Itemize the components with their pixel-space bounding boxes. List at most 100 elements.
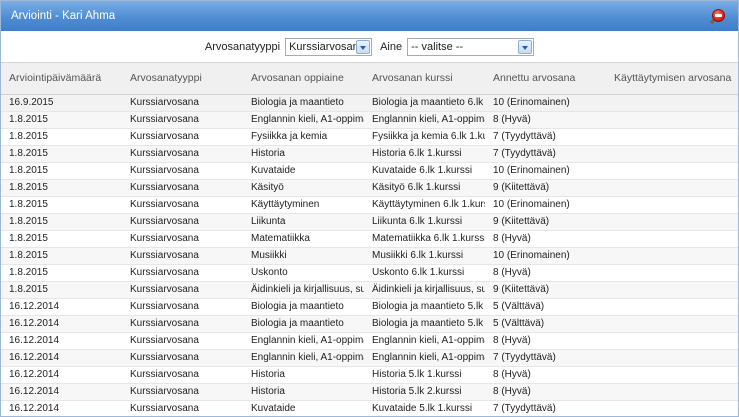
- table-body: 16.9.2015 Kurssiarvosana Biologia ja maant…: [1, 94, 738, 416]
- close-icon[interactable]: [709, 9, 726, 25]
- table-row[interactable]: 16.12.2014 Kurssiarvosana Kuvataide Kuvatai…: [1, 400, 738, 416]
- cell-grade: 5 (Välttävä): [485, 298, 606, 316]
- table-row[interactable]: 1.8.2015 Kurssiarvosana Käyttäytyminen Käyt…: [1, 196, 738, 214]
- cell-course: Historia 6.lk 1.kurssi: [364, 145, 485, 163]
- cell-behavior-grade: [606, 145, 738, 163]
- table-row[interactable]: 16.12.2014 Kurssiarvosana Biologia ja maan…: [1, 298, 738, 316]
- cell-behavior-grade: [606, 281, 738, 299]
- table-row[interactable]: 1.8.2015 Kurssiarvosana Fysiikka ja kemia F…: [1, 128, 738, 146]
- cell-behavior-grade: [606, 315, 738, 333]
- table-row[interactable]: 16.12.2014 Kurssiarvosana Historia Historia…: [1, 366, 738, 384]
- column-header-date[interactable]: Arviointipäivämäärä: [1, 63, 122, 95]
- cell-course: Musiikki 6.lk 1.kurssi: [364, 247, 485, 265]
- cell-grade-type: Kurssiarvosana: [122, 264, 243, 282]
- cell-course: Englannin kieli, A1-oppimä...: [364, 349, 485, 367]
- cell-subject: Historia: [243, 383, 364, 401]
- column-header-course[interactable]: Arvosanan kurssi: [364, 63, 485, 95]
- cell-date: 16.12.2014: [1, 332, 122, 350]
- subject-select[interactable]: -- valitse --: [407, 37, 535, 56]
- cell-behavior-grade: [606, 247, 738, 265]
- cell-grade-type: Kurssiarvosana: [122, 366, 243, 384]
- cell-subject: Käyttäytyminen: [243, 196, 364, 214]
- cell-grade: 8 (Hyvä): [485, 366, 606, 384]
- cell-date: 1.8.2015: [1, 145, 122, 163]
- cell-grade-type: Kurssiarvosana: [122, 400, 243, 416]
- table-row[interactable]: 16.9.2015 Kurssiarvosana Biologia ja maant…: [1, 94, 738, 112]
- cell-course: Liikunta 6.lk 1.kurssi: [364, 213, 485, 231]
- cell-course: Englannin kieli, A1-oppimä...: [364, 332, 485, 350]
- cell-behavior-grade: [606, 366, 738, 384]
- table-row[interactable]: 1.8.2015 Kurssiarvosana Liikunta Liikunta 6…: [1, 213, 738, 231]
- column-header-grade-type[interactable]: Arvosanatyyppi: [122, 63, 243, 95]
- cell-grade: 10 (Erinomainen): [485, 196, 606, 214]
- cell-grade-type: Kurssiarvosana: [122, 179, 243, 197]
- grade-type-label: Arvosanatyyppi: [204, 40, 281, 53]
- cell-course: Historia 5.lk 1.kurssi: [364, 366, 485, 384]
- table-row[interactable]: 1.8.2015 Kurssiarvosana Musiikki Musiikki 6…: [1, 247, 738, 265]
- table-row[interactable]: 1.8.2015 Kurssiarvosana Englannin kieli, A…: [1, 111, 738, 129]
- cell-behavior-grade: [606, 128, 738, 146]
- cell-behavior-grade: [606, 94, 738, 112]
- column-header-grade[interactable]: Annettu arvosana: [485, 63, 606, 95]
- cell-grade-type: Kurssiarvosana: [122, 94, 243, 112]
- cell-subject: Fysiikka ja kemia: [243, 128, 364, 146]
- cell-grade: 7 (Tyydyttävä): [485, 128, 606, 146]
- cell-subject: Englannin kieli, A1-oppimä...: [243, 349, 364, 367]
- cell-subject: Biologia ja maantieto: [243, 94, 364, 112]
- table-row[interactable]: 1.8.2015 Kurssiarvosana Matematiikka Matema…: [1, 230, 738, 248]
- cell-behavior-grade: [606, 298, 738, 316]
- cell-course: Biologia ja maantieto 5.lk 1...: [364, 298, 485, 316]
- cell-grade: 8 (Hyvä): [485, 332, 606, 350]
- cell-course: Kuvataide 5.lk 1.kurssi: [364, 400, 485, 416]
- cell-course: Uskonto 6.lk 1.kurssi: [364, 264, 485, 282]
- cell-grade: 10 (Erinomainen): [485, 162, 606, 180]
- table-row[interactable]: 16.12.2014 Kurssiarvosana Historia Historia…: [1, 383, 738, 401]
- cell-subject: Musiikki: [243, 247, 364, 265]
- cell-behavior-grade: [606, 179, 738, 197]
- cell-subject: Biologia ja maantieto: [243, 298, 364, 316]
- table-row[interactable]: 1.8.2015 Kurssiarvosana Historia Historia 6…: [1, 145, 738, 163]
- cell-course: Historia 5.lk 2.kurssi: [364, 383, 485, 401]
- cell-course: Englannin kieli, A1-oppimä...: [364, 111, 485, 129]
- cell-subject: Käsityö: [243, 179, 364, 197]
- table-row[interactable]: 1.8.2015 Kurssiarvosana Kuvataide Kuvataide…: [1, 162, 738, 180]
- cell-date: 16.12.2014: [1, 315, 122, 333]
- cell-grade-type: Kurssiarvosana: [122, 349, 243, 367]
- chevron-down-icon[interactable]: [356, 39, 371, 54]
- cell-grade: 7 (Tyydyttävä): [485, 400, 606, 416]
- cell-course: Käyttäytyminen 6.lk 1.kurssi: [364, 196, 485, 214]
- cell-grade-type: Kurssiarvosana: [122, 213, 243, 231]
- cell-date: 16.12.2014: [1, 383, 122, 401]
- table-row[interactable]: 1.8.2015 Kurssiarvosana Uskonto Uskonto 6.l…: [1, 264, 738, 282]
- cell-subject: Liikunta: [243, 213, 364, 231]
- cell-grade-type: Kurssiarvosana: [122, 230, 243, 248]
- cell-subject: Historia: [243, 145, 364, 163]
- cell-subject: Englannin kieli, A1-oppimä...: [243, 111, 364, 129]
- table-row[interactable]: 16.12.2014 Kurssiarvosana Englannin kieli,…: [1, 332, 738, 350]
- cell-course: Fysiikka ja kemia 6.lk 1.kurssi: [364, 128, 485, 146]
- cell-date: 1.8.2015: [1, 111, 122, 129]
- cell-behavior-grade: [606, 264, 738, 282]
- cell-behavior-grade: [606, 162, 738, 180]
- cell-grade: 8 (Hyvä): [485, 264, 606, 282]
- cell-grade: 8 (Hyvä): [485, 111, 606, 129]
- cell-subject: Uskonto: [243, 264, 364, 282]
- cell-date: 1.8.2015: [1, 196, 122, 214]
- grade-type-select[interactable]: Kurssiarvosanat: [285, 37, 373, 56]
- table-row[interactable]: 16.12.2014 Kurssiarvosana Englannin kieli,…: [1, 349, 738, 367]
- table-row[interactable]: 1.8.2015 Kurssiarvosana Käsityö Käsityö 6.l…: [1, 179, 738, 197]
- table-row[interactable]: 16.12.2014 Kurssiarvosana Biologia ja maan…: [1, 315, 738, 333]
- cell-grade: 7 (Tyydyttävä): [485, 145, 606, 163]
- table-row[interactable]: 1.8.2015 Kurssiarvosana Äidinkieli ja kirj…: [1, 281, 738, 299]
- table-header: Arviointipäivämäärä Arvosanatyyppi Arvos…: [1, 63, 738, 95]
- cell-grade-type: Kurssiarvosana: [122, 247, 243, 265]
- chevron-down-icon[interactable]: [518, 39, 533, 54]
- cell-grade: 8 (Hyvä): [485, 230, 606, 248]
- cell-behavior-grade: [606, 332, 738, 350]
- cell-subject: Englannin kieli, A1-oppimä...: [243, 332, 364, 350]
- cell-date: 16.12.2014: [1, 400, 122, 416]
- column-header-behavior-grade[interactable]: Käyttäytymisen arvosana: [606, 63, 738, 95]
- column-header-subject[interactable]: Arvosanan oppiaine: [243, 63, 364, 95]
- cell-subject: Kuvataide: [243, 400, 364, 416]
- cell-grade-type: Kurssiarvosana: [122, 111, 243, 129]
